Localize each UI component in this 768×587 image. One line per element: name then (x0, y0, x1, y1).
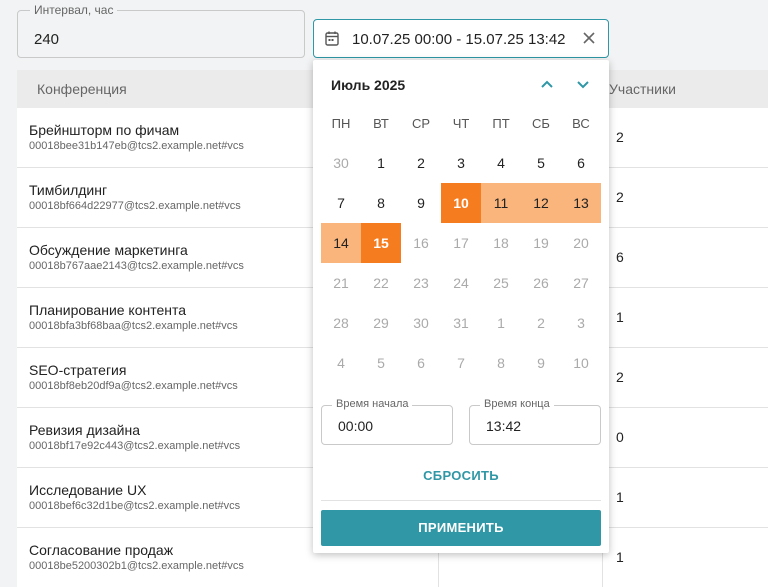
column-participants[interactable]: Участники (609, 81, 676, 97)
conference-name: Обсуждение маркетинга (29, 242, 188, 258)
weekday-label: СР (411, 116, 431, 131)
calendar-day[interactable]: 22 (361, 263, 401, 303)
participants-count: 1 (616, 309, 624, 325)
participants-count: 2 (616, 189, 624, 205)
calendar-day[interactable]: 10 (561, 343, 601, 383)
conference-address: 00018bee31b147eb@tcs2.example.net#vcs (29, 140, 244, 152)
conference-address: 00018bf664d22977@tcs2.example.net#vcs (29, 200, 241, 212)
calendar-day[interactable]: 6 (561, 143, 601, 183)
conference-name: SEO-стратегия (29, 362, 127, 378)
end-time-field[interactable]: Время конца 13:42 (469, 398, 601, 445)
calendar-day[interactable]: 11 (481, 183, 521, 223)
conference-name: Тимбилдинг (29, 182, 108, 198)
calendar-day[interactable]: 9 (401, 183, 441, 223)
calendar-day[interactable]: 12 (521, 183, 561, 223)
conference-address: 00018bf8eb20df9a@tcs2.example.net#vcs (29, 380, 238, 392)
start-time-label: Время начала (332, 398, 413, 410)
conference-name: Планирование контента (29, 302, 187, 318)
calendar-day[interactable]: 3 (561, 303, 601, 343)
calendar-day[interactable]: 14 (321, 223, 361, 263)
participants-count: 2 (616, 129, 624, 145)
calendar-day[interactable]: 2 (521, 303, 561, 343)
calendar-day[interactable]: 28 (321, 303, 361, 343)
conference-address: 00018be5200302b1@tcs2.example.net#vcs (29, 560, 244, 572)
apply-button[interactable]: ПРИМЕНИТЬ (321, 510, 601, 546)
calendar-day[interactable]: 25 (481, 263, 521, 303)
chevron-down-icon[interactable] (573, 74, 593, 94)
conference-name: Согласование продаж (29, 542, 174, 558)
conference-address: 00018bfa3bf68baa@tcs2.example.net#vcs (29, 320, 238, 332)
calendar-day[interactable]: 19 (521, 223, 561, 263)
calendar-icon (325, 31, 339, 46)
reset-button[interactable]: СБРОСИТЬ (313, 468, 609, 483)
conference-name: Исследование UX (29, 482, 147, 498)
calendar-day[interactable]: 18 (481, 223, 521, 263)
weekday-label: ПН (331, 116, 351, 131)
weekday-label: СБ (532, 116, 550, 131)
date-picker-popup: Июль 2025 ПН ВТ СР ЧТ ПТ СБ ВС 30 1 2 3 4 5 6 7 8 9 10 11… (313, 60, 609, 553)
calendar-day[interactable]: 5 (361, 343, 401, 383)
calendar-day[interactable]: 4 (481, 143, 521, 183)
participants-count: 1 (616, 489, 624, 505)
calendar-day[interactable]: 1 (481, 303, 521, 343)
calendar-day[interactable]: 7 (441, 343, 481, 383)
calendar-day[interactable]: 20 (561, 223, 601, 263)
conference-address: 00018b767aae2143@tcs2.example.net#vcs (29, 260, 244, 272)
calendar-day[interactable]: 30 (321, 143, 361, 183)
end-time-value[interactable]: 13:42 (486, 418, 521, 434)
calendar-day[interactable]: 29 (361, 303, 401, 343)
calendar-day[interactable]: 23 (401, 263, 441, 303)
weekday-label: ПТ (492, 116, 510, 131)
chevron-up-icon[interactable] (537, 74, 557, 94)
interval-label: Интервал, час (30, 3, 118, 17)
calendar-day[interactable]: 4 (321, 343, 361, 383)
month-title: Июль 2025 (331, 77, 406, 93)
column-conference[interactable]: Конференция (37, 81, 127, 97)
conference-address: 00018bef6c32d1be@tcs2.example.net#vcs (29, 500, 241, 512)
weekday-label: ВС (572, 116, 590, 131)
calendar-day[interactable]: 16 (401, 223, 441, 263)
participants-count: 0 (616, 429, 624, 445)
calendar-day[interactable]: 5 (521, 143, 561, 183)
calendar-day[interactable]: 8 (481, 343, 521, 383)
calendar-day[interactable]: 2 (401, 143, 441, 183)
interval-field[interactable]: Интервал, час 240 (17, 3, 305, 58)
participants-count: 6 (616, 249, 624, 265)
divider (321, 500, 601, 501)
close-icon[interactable] (580, 28, 598, 48)
conference-address: 00018bf17e92c443@tcs2.example.net#vcs (29, 440, 241, 452)
end-time-label: Время конца (480, 398, 554, 410)
calendar-day[interactable]: 21 (321, 263, 361, 303)
date-range-field[interactable]: 10.07.25 00:00 - 15.07.25 13:42 (313, 19, 609, 58)
calendar-day[interactable]: 31 (441, 303, 481, 343)
calendar-day[interactable]: 6 (401, 343, 441, 383)
participants-count: 1 (616, 549, 624, 565)
conference-name: Брейншторм по фичам (29, 122, 180, 138)
interval-value[interactable]: 240 (34, 31, 59, 48)
start-time-field[interactable]: Время начала 00:00 (321, 398, 453, 445)
calendar-day[interactable]: 27 (561, 263, 601, 303)
weekday-label: ВТ (373, 116, 389, 131)
calendar-day[interactable]: 13 (561, 183, 601, 223)
calendar-day[interactable]: 24 (441, 263, 481, 303)
calendar-day[interactable]: 8 (361, 183, 401, 223)
calendar-day[interactable]: 3 (441, 143, 481, 183)
calendar-day[interactable]: 30 (401, 303, 441, 343)
calendar-day[interactable]: 15 (361, 223, 401, 263)
calendar-day[interactable]: 26 (521, 263, 561, 303)
calendar-day[interactable]: 9 (521, 343, 561, 383)
calendar-day[interactable]: 10 (441, 183, 481, 223)
calendar-day[interactable]: 1 (361, 143, 401, 183)
weekday-label: ЧТ (452, 116, 470, 131)
conference-name: Ревизия дизайна (29, 422, 141, 438)
calendar-day[interactable]: 17 (441, 223, 481, 263)
date-range-value: 10.07.25 00:00 - 15.07.25 13:42 (352, 31, 566, 48)
calendar-day[interactable]: 7 (321, 183, 361, 223)
start-time-value[interactable]: 00:00 (338, 418, 373, 434)
participants-count: 2 (616, 369, 624, 385)
